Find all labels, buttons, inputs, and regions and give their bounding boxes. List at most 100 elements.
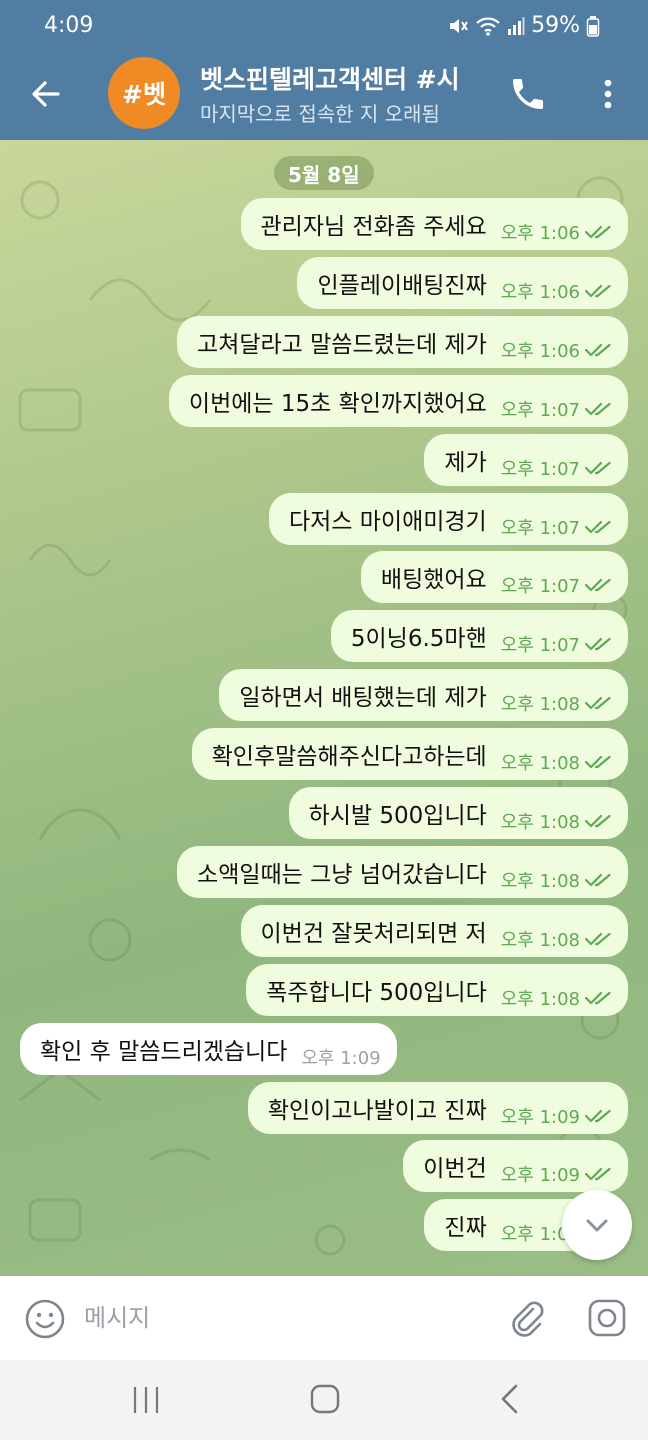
outgoing-message[interactable]: 이번건 오후 1:09 xyxy=(403,1140,628,1192)
message-time: 오후 1:08 xyxy=(500,812,580,833)
message-time: 오후 1:06 xyxy=(500,223,580,244)
phone-icon xyxy=(513,79,543,109)
message-text: 이번건 잘못처리되면 저 xyxy=(260,921,487,947)
outgoing-message[interactable]: 일하면서 배팅했는데 제가 오후 1:08 xyxy=(219,669,628,721)
double-check-icon xyxy=(584,520,611,534)
message-text: 이번에는 15초 확인까지했어요 xyxy=(188,391,487,417)
outgoing-message[interactable]: 고쳐달라고 말씀드렸는데 제가 오후 1:06 xyxy=(177,316,628,368)
status-time: 4:09 xyxy=(44,13,94,38)
outgoing-message[interactable]: 폭주합니다 500입니다 오후 1:08 xyxy=(246,964,628,1016)
double-check-icon xyxy=(584,461,611,475)
double-check-icon xyxy=(584,284,611,298)
message-text: 폭주합니다 500입니다 xyxy=(266,980,487,1006)
message-text: 다저스 마이애미경기 xyxy=(288,509,487,535)
message-time: 오후 1:09 xyxy=(500,1165,580,1186)
message-meta: 오후 1:08 xyxy=(501,985,614,1011)
message-time: 오후 1:08 xyxy=(500,989,580,1010)
message-composer xyxy=(0,1276,648,1360)
call-button[interactable] xyxy=(508,74,548,114)
message-text: 하시발 500입니다 xyxy=(308,803,487,829)
more-vertical-icon xyxy=(604,79,612,109)
message-time: 오후 1:08 xyxy=(500,930,580,951)
double-check-icon xyxy=(584,1109,611,1123)
chat-message-list[interactable]: 5월 8일 관리자님 전화좀 주세요 오후 1:06 인플레이배팅진짜 오후 1:06… xyxy=(0,140,648,1276)
date-separator: 5월 8일 xyxy=(274,156,374,190)
outgoing-message[interactable]: 배팅했어요 오후 1:07 xyxy=(360,551,628,603)
message-time: 오후 1:07 xyxy=(500,576,580,597)
message-meta: 오후 1:09 xyxy=(501,1103,614,1129)
recent-apps-button[interactable] xyxy=(130,1384,162,1416)
message-meta: 오후 1:06 xyxy=(501,337,614,363)
incoming-message[interactable]: 확인 후 말씀드리겠습니다 오후 1:09 xyxy=(20,1023,397,1075)
system-back-button[interactable] xyxy=(494,1382,524,1416)
outgoing-message[interactable]: 확인후말씀해주신다고하는데 오후 1:08 xyxy=(191,728,628,780)
message-time: 오후 1:06 xyxy=(500,282,580,303)
message-meta: 오후 1:08 xyxy=(501,749,614,775)
recent-apps-icon xyxy=(133,1387,159,1413)
message-text: 인플레이배팅진짜 xyxy=(317,273,487,299)
outgoing-message[interactable]: 이번에는 15초 확인까지했어요 오후 1:07 xyxy=(168,375,628,427)
smile-icon xyxy=(25,1299,65,1339)
double-check-icon xyxy=(584,991,611,1005)
signal-icon xyxy=(508,16,525,35)
message-time: 오후 1:08 xyxy=(500,871,580,892)
message-meta: 오후 1:07 xyxy=(501,572,614,598)
message-meta: 오후 1:08 xyxy=(501,808,614,834)
emoji-button[interactable] xyxy=(24,1298,66,1340)
double-check-icon xyxy=(584,1167,611,1181)
message-meta: 오후 1:09 xyxy=(501,1161,614,1187)
outgoing-message[interactable]: 다저스 마이애미경기 오후 1:07 xyxy=(268,493,628,545)
chat-title[interactable]: 벳스핀텔레고객센터 #시 xyxy=(200,60,490,96)
wifi-icon xyxy=(476,17,500,36)
message-meta: 오후 1:06 xyxy=(501,278,614,304)
double-check-icon xyxy=(584,873,611,887)
camera-icon xyxy=(588,1299,626,1337)
status-bar: 4:09 59% xyxy=(0,0,648,52)
outgoing-message[interactable]: 하시발 500입니다 오후 1:08 xyxy=(288,787,628,839)
battery-icon xyxy=(586,15,600,37)
message-text: 진짜 xyxy=(444,1215,487,1241)
double-check-icon xyxy=(584,402,611,416)
message-text: 일하면서 배팅했는데 제가 xyxy=(239,685,487,711)
message-meta: 오후 1:07 xyxy=(501,631,614,657)
battery-percent: 59% xyxy=(531,13,580,38)
message-time: 오후 1:08 xyxy=(500,753,580,774)
camera-button[interactable] xyxy=(586,1297,628,1339)
arrow-left-icon xyxy=(32,81,60,107)
outgoing-message[interactable]: 이번건 잘못처리되면 저 오후 1:08 xyxy=(240,905,628,957)
message-text: 배팅했어요 xyxy=(380,567,487,593)
double-check-icon xyxy=(584,696,611,710)
double-check-icon xyxy=(584,343,611,357)
message-time: 오후 1:06 xyxy=(500,341,580,362)
message-time: 오후 1:08 xyxy=(500,694,580,715)
message-time: 오후 1:07 xyxy=(500,459,580,480)
double-check-icon xyxy=(584,755,611,769)
outgoing-message[interactable]: 제가 오후 1:07 xyxy=(424,434,628,486)
mute-icon xyxy=(450,18,468,33)
message-text: 고쳐달라고 말씀드렸는데 제가 xyxy=(197,332,487,358)
chat-header: #벳 벳스핀텔레고객센터 #시 마지막으로 접속한 지 오래됨 xyxy=(0,52,648,140)
message-time: 오후 1:09 xyxy=(500,1107,580,1128)
attach-button[interactable] xyxy=(506,1297,548,1339)
home-button[interactable] xyxy=(308,1382,342,1416)
outgoing-message[interactable]: 관리자님 전화좀 주세요 오후 1:06 xyxy=(240,198,628,250)
double-check-icon xyxy=(584,578,611,592)
double-check-icon xyxy=(584,637,611,651)
message-meta: 오후 1:07 xyxy=(501,396,614,422)
message-time: 오후 1:07 xyxy=(500,635,580,656)
outgoing-message[interactable]: 확인이고나발이고 진짜 오후 1:09 xyxy=(247,1082,628,1134)
outgoing-message[interactable]: 인플레이배팅진짜 오후 1:06 xyxy=(297,257,628,309)
more-menu-button[interactable] xyxy=(590,74,626,114)
double-check-icon xyxy=(584,225,611,239)
outgoing-message[interactable]: 소액일때는 그냥 넘어갔습니다 오후 1:08 xyxy=(177,846,628,898)
back-button[interactable] xyxy=(26,74,66,114)
outgoing-message[interactable]: 5이닝6.5마핸 오후 1:07 xyxy=(330,610,628,662)
double-check-icon xyxy=(584,932,611,946)
message-input[interactable] xyxy=(84,1298,484,1338)
message-meta: 오후 1:07 xyxy=(501,514,614,540)
double-check-icon xyxy=(584,814,611,828)
scroll-to-bottom-button[interactable] xyxy=(562,1190,632,1260)
avatar[interactable]: #벳 xyxy=(108,57,180,129)
system-nav-bar xyxy=(0,1360,648,1440)
message-text: 제가 xyxy=(444,450,487,476)
